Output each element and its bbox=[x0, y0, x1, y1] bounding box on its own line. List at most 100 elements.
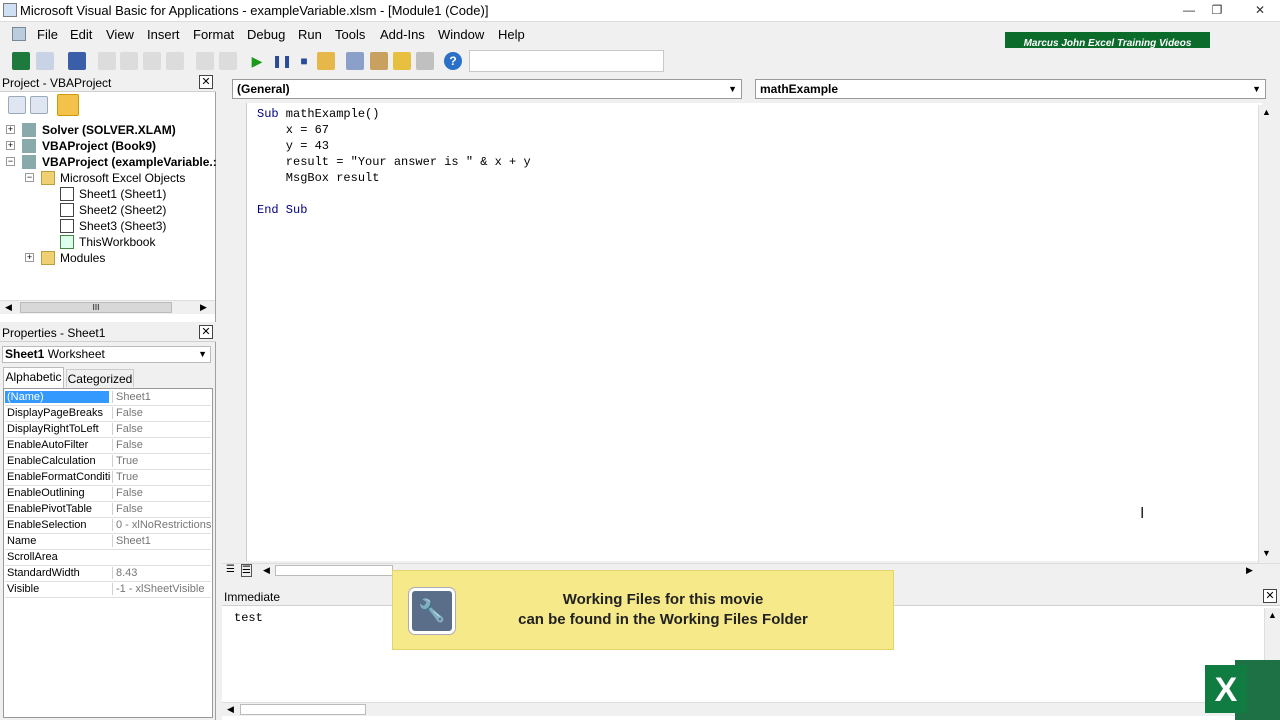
property-value[interactable]: False bbox=[112, 423, 211, 435]
property-row[interactable]: EnableAutoFilter False bbox=[5, 438, 211, 454]
property-row[interactable]: EnableOutlining False bbox=[5, 486, 211, 502]
property-value[interactable]: Sheet1 bbox=[112, 535, 211, 547]
toggle-folders-icon[interactable] bbox=[57, 94, 79, 116]
property-row[interactable]: DisplayRightToLeft False bbox=[5, 422, 211, 438]
scroll-right-icon[interactable]: ▶ bbox=[200, 302, 207, 313]
code-editor[interactable]: Sub mathExample() x = 67 y = 43 result =… bbox=[246, 103, 1262, 561]
scroll-up-icon[interactable]: ▲ bbox=[1268, 610, 1277, 620]
property-value[interactable]: False bbox=[112, 503, 211, 515]
property-value[interactable]: False bbox=[112, 439, 211, 451]
close-properties-panel-button[interactable]: ✕ bbox=[199, 325, 213, 339]
property-row[interactable]: Visible -1 - xlSheetVisible bbox=[5, 582, 211, 598]
tree-item-sheet1[interactable]: Sheet1 (Sheet1) bbox=[79, 187, 166, 201]
tab-alphabetic[interactable]: Alphabetic bbox=[3, 367, 64, 388]
menu-edit[interactable]: Edit bbox=[70, 27, 92, 42]
close-button[interactable]: ✕ bbox=[1240, 0, 1280, 20]
menu-file[interactable]: File bbox=[37, 27, 58, 42]
project-hscrollbar[interactable]: ◀ III ▶ bbox=[0, 300, 215, 314]
expand-icon[interactable]: + bbox=[6, 141, 15, 150]
property-value[interactable]: False bbox=[112, 487, 211, 499]
restore-button[interactable]: ❐ bbox=[1203, 0, 1231, 20]
redo-icon[interactable] bbox=[219, 52, 237, 70]
properties-window-icon[interactable] bbox=[370, 52, 388, 70]
chevron-down-icon[interactable]: ▼ bbox=[198, 347, 207, 362]
scroll-left-icon[interactable]: ◀ bbox=[5, 302, 12, 313]
property-row[interactable]: (Name) Sheet1 bbox=[5, 390, 211, 406]
tree-item-thisworkbook[interactable]: ThisWorkbook bbox=[79, 235, 155, 249]
help-icon[interactable]: ? bbox=[444, 52, 462, 70]
property-value[interactable]: False bbox=[112, 407, 211, 419]
object-selector[interactable]: Sheet1 Worksheet ▼ bbox=[2, 346, 211, 363]
object-browser-icon[interactable] bbox=[393, 52, 411, 70]
scroll-down-icon[interactable]: ▼ bbox=[1262, 548, 1271, 558]
object-dropdown[interactable]: (General) ▼ bbox=[232, 79, 742, 99]
insert-userform-icon[interactable] bbox=[36, 52, 54, 70]
property-row[interactable]: DisplayPageBreaks False bbox=[5, 406, 211, 422]
minimize-button[interactable]: — bbox=[1175, 0, 1203, 20]
close-project-panel-button[interactable]: ✕ bbox=[199, 75, 213, 89]
view-excel-icon[interactable] bbox=[12, 52, 30, 70]
chevron-down-icon[interactable]: ▼ bbox=[1252, 80, 1261, 98]
immediate-text[interactable]: test bbox=[234, 611, 263, 625]
collapse-icon[interactable]: − bbox=[25, 173, 34, 182]
menu-debug[interactable]: Debug bbox=[247, 27, 285, 42]
reset-icon[interactable]: ■ bbox=[295, 52, 313, 70]
chevron-down-icon[interactable]: ▼ bbox=[728, 80, 737, 98]
property-row[interactable]: Name Sheet1 bbox=[5, 534, 211, 550]
paste-icon[interactable] bbox=[143, 52, 161, 70]
tree-item-sheet2[interactable]: Sheet2 (Sheet2) bbox=[79, 203, 166, 217]
menu-format[interactable]: Format bbox=[193, 27, 234, 42]
menu-view[interactable]: View bbox=[106, 27, 134, 42]
menu-add-ins[interactable]: Add-Ins bbox=[380, 27, 425, 42]
property-value[interactable]: 8.43 bbox=[112, 567, 211, 579]
design-mode-icon[interactable] bbox=[317, 52, 335, 70]
property-value[interactable]: True bbox=[112, 455, 211, 467]
immediate-hscrollbar[interactable]: ◀ bbox=[222, 702, 1262, 716]
view-object-icon[interactable] bbox=[30, 96, 48, 114]
menu-insert[interactable]: Insert bbox=[147, 27, 180, 42]
property-value[interactable]: -1 - xlSheetVisible bbox=[112, 583, 211, 595]
full-module-view-icon[interactable]: ☰ bbox=[241, 564, 252, 577]
property-row[interactable]: EnableSelection 0 - xlNoRestrictions bbox=[5, 518, 211, 534]
property-row[interactable]: EnableCalculation True bbox=[5, 454, 211, 470]
expand-icon[interactable]: + bbox=[25, 253, 34, 262]
tree-item-modules[interactable]: Modules bbox=[60, 251, 105, 265]
procedure-dropdown[interactable]: mathExample ▼ bbox=[755, 79, 1266, 99]
property-row[interactable]: StandardWidth 8.43 bbox=[5, 566, 211, 582]
menu-tools[interactable]: Tools bbox=[335, 27, 365, 42]
toolbox-icon[interactable] bbox=[416, 52, 434, 70]
tree-item-examplevariable[interactable]: VBAProject (exampleVariable.: bbox=[42, 155, 217, 169]
procedure-view-icon[interactable]: ☰ bbox=[226, 564, 235, 575]
run-icon[interactable]: ▶ bbox=[248, 52, 266, 70]
collapse-icon[interactable]: − bbox=[6, 157, 15, 166]
property-value[interactable]: True bbox=[112, 471, 211, 483]
code-vscrollbar[interactable]: ▲ ▼ bbox=[1258, 105, 1274, 565]
break-icon[interactable]: ❚❚ bbox=[272, 52, 292, 70]
find-icon[interactable] bbox=[166, 52, 184, 70]
scroll-up-icon[interactable]: ▲ bbox=[1262, 107, 1271, 117]
project-explorer-icon[interactable] bbox=[346, 52, 364, 70]
property-value[interactable]: 0 - xlNoRestrictions bbox=[112, 519, 211, 531]
view-code-icon[interactable] bbox=[8, 96, 26, 114]
property-row[interactable]: ScrollArea bbox=[5, 550, 211, 566]
scroll-right-icon[interactable]: ▶ bbox=[1246, 565, 1253, 576]
scroll-left-icon[interactable]: ◀ bbox=[263, 565, 270, 576]
scroll-thumb[interactable]: III bbox=[20, 302, 172, 313]
tab-categorized[interactable]: Categorized bbox=[66, 369, 134, 387]
copy-icon[interactable] bbox=[120, 52, 138, 70]
expand-icon[interactable]: + bbox=[6, 125, 15, 134]
tree-item-book9[interactable]: VBAProject (Book9) bbox=[42, 139, 156, 153]
close-immediate-button[interactable]: ✕ bbox=[1263, 589, 1277, 603]
scroll-thumb[interactable] bbox=[240, 704, 366, 715]
tree-item-excel-objects[interactable]: Microsoft Excel Objects bbox=[60, 171, 185, 185]
save-icon[interactable] bbox=[68, 52, 86, 70]
menu-help[interactable]: Help bbox=[498, 27, 525, 42]
property-value[interactable]: Sheet1 bbox=[112, 391, 211, 403]
cut-icon[interactable] bbox=[98, 52, 116, 70]
property-row[interactable]: EnableFormatConditic True bbox=[5, 470, 211, 486]
undo-icon[interactable] bbox=[196, 52, 214, 70]
scroll-thumb[interactable] bbox=[275, 565, 393, 576]
menu-window[interactable]: Window bbox=[438, 27, 484, 42]
property-row[interactable]: EnablePivotTable False bbox=[5, 502, 211, 518]
tree-item-sheet3[interactable]: Sheet3 (Sheet3) bbox=[79, 219, 166, 233]
